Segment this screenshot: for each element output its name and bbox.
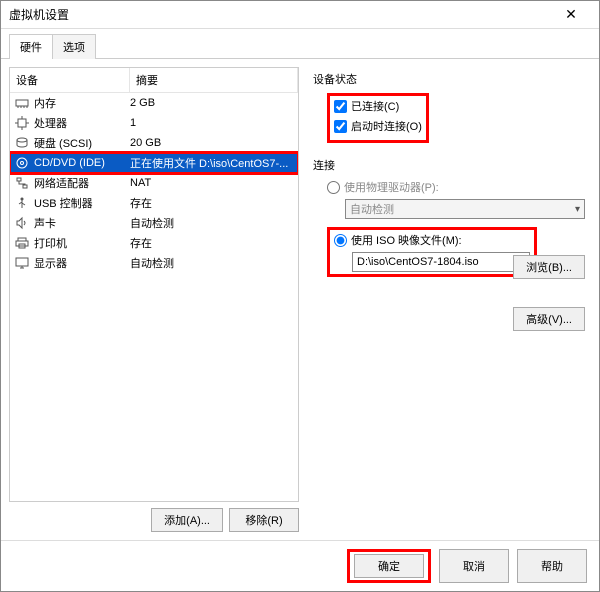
tabs: 硬件 选项 bbox=[1, 29, 599, 59]
iso-path-combo[interactable]: D:\iso\CentOS7-1804.iso ▾ bbox=[352, 252, 530, 272]
device-row-display[interactable]: 显示器 自动检测 bbox=[10, 253, 298, 273]
memory-icon bbox=[14, 95, 30, 111]
tab-hardware[interactable]: 硬件 bbox=[9, 34, 53, 59]
footer: 确定 取消 帮助 bbox=[1, 540, 599, 591]
label-poweron: 启动时连接(O) bbox=[351, 118, 422, 134]
remove-button[interactable]: 移除(R) bbox=[229, 508, 299, 532]
printer-icon bbox=[14, 235, 30, 251]
checkbox-poweron-row: 启动时连接(O) bbox=[334, 118, 422, 134]
radio-physical[interactable] bbox=[327, 181, 340, 194]
chevron-down-icon: ▾ bbox=[575, 204, 580, 215]
checkbox-connected-row: 已连接(C) bbox=[334, 98, 422, 114]
content: 设备 摘要 内存 2 GB 处理器 1 硬盘 (SCSI) 20 GB bbox=[1, 59, 599, 540]
vm-settings-window: 虚拟机设置 ✕ 硬件 选项 设备 摘要 内存 2 GB 处理器 bbox=[0, 0, 600, 592]
titlebar: 虚拟机设置 ✕ bbox=[1, 1, 599, 29]
checkbox-poweron[interactable] bbox=[334, 120, 347, 133]
device-list-body: 内存 2 GB 处理器 1 硬盘 (SCSI) 20 GB CD/DVD (ID… bbox=[10, 93, 298, 501]
advanced-button[interactable]: 高级(V)... bbox=[513, 307, 585, 331]
device-row-memory[interactable]: 内存 2 GB bbox=[10, 93, 298, 113]
device-row-usb[interactable]: USB 控制器 存在 bbox=[10, 193, 298, 213]
ok-highlight: 确定 bbox=[347, 549, 431, 583]
radio-iso[interactable] bbox=[334, 234, 347, 247]
status-highlight: 已连接(C) 启动时连接(O) bbox=[327, 93, 429, 143]
left-buttons: 添加(A)... 移除(R) bbox=[9, 502, 299, 532]
iso-highlight: 使用 ISO 映像文件(M): D:\iso\CentOS7-1804.iso … bbox=[327, 227, 537, 277]
radio-iso-row: 使用 ISO 映像文件(M): bbox=[334, 232, 530, 248]
group-connection: 连接 使用物理驱动器(P): 自动检测 ▾ bbox=[313, 157, 585, 331]
device-list: 设备 摘要 内存 2 GB 处理器 1 硬盘 (SCSI) 20 GB bbox=[9, 67, 299, 502]
disk-icon bbox=[14, 135, 30, 151]
ok-button[interactable]: 确定 bbox=[354, 554, 424, 578]
device-row-network[interactable]: 网络适配器 NAT bbox=[10, 173, 298, 193]
right-panel: 设备状态 已连接(C) 启动时连接(O) 连接 bbox=[307, 67, 591, 532]
physical-drive-combo: 自动检测 ▾ bbox=[345, 199, 585, 219]
label-physical: 使用物理驱动器(P): bbox=[344, 179, 439, 195]
device-row-cdrom[interactable]: CD/DVD (IDE) 正在使用文件 D:\iso\CentOS7-... bbox=[10, 153, 298, 173]
col-device: 设备 bbox=[10, 68, 130, 92]
iso-path-value: D:\iso\CentOS7-1804.iso bbox=[357, 256, 479, 268]
sound-icon bbox=[14, 215, 30, 231]
connection-title: 连接 bbox=[313, 157, 585, 173]
col-summary: 摘要 bbox=[130, 68, 298, 92]
device-row-sound[interactable]: 声卡 自动检测 bbox=[10, 213, 298, 233]
device-row-disk[interactable]: 硬盘 (SCSI) 20 GB bbox=[10, 133, 298, 153]
window-title: 虚拟机设置 bbox=[9, 6, 551, 23]
label-connected: 已连接(C) bbox=[351, 98, 399, 114]
radio-physical-row: 使用物理驱动器(P): bbox=[327, 179, 585, 195]
device-row-cpu[interactable]: 处理器 1 bbox=[10, 113, 298, 133]
left-panel: 设备 摘要 内存 2 GB 处理器 1 硬盘 (SCSI) 20 GB bbox=[9, 67, 299, 532]
close-icon[interactable]: ✕ bbox=[551, 6, 591, 23]
browse-button[interactable]: 浏览(B)... bbox=[513, 255, 585, 279]
help-button[interactable]: 帮助 bbox=[517, 549, 587, 583]
label-iso: 使用 ISO 映像文件(M): bbox=[351, 232, 462, 248]
device-list-header: 设备 摘要 bbox=[10, 68, 298, 93]
tab-options[interactable]: 选项 bbox=[52, 34, 96, 59]
checkbox-connected[interactable] bbox=[334, 100, 347, 113]
cd-icon bbox=[14, 155, 30, 171]
usb-icon bbox=[14, 195, 30, 211]
status-title: 设备状态 bbox=[313, 71, 585, 87]
cancel-button[interactable]: 取消 bbox=[439, 549, 509, 583]
display-icon bbox=[14, 255, 30, 271]
device-row-printer[interactable]: 打印机 存在 bbox=[10, 233, 298, 253]
network-icon bbox=[14, 175, 30, 191]
add-button[interactable]: 添加(A)... bbox=[151, 508, 223, 532]
cpu-icon bbox=[14, 115, 30, 131]
group-status: 设备状态 已连接(C) 启动时连接(O) bbox=[313, 71, 585, 143]
